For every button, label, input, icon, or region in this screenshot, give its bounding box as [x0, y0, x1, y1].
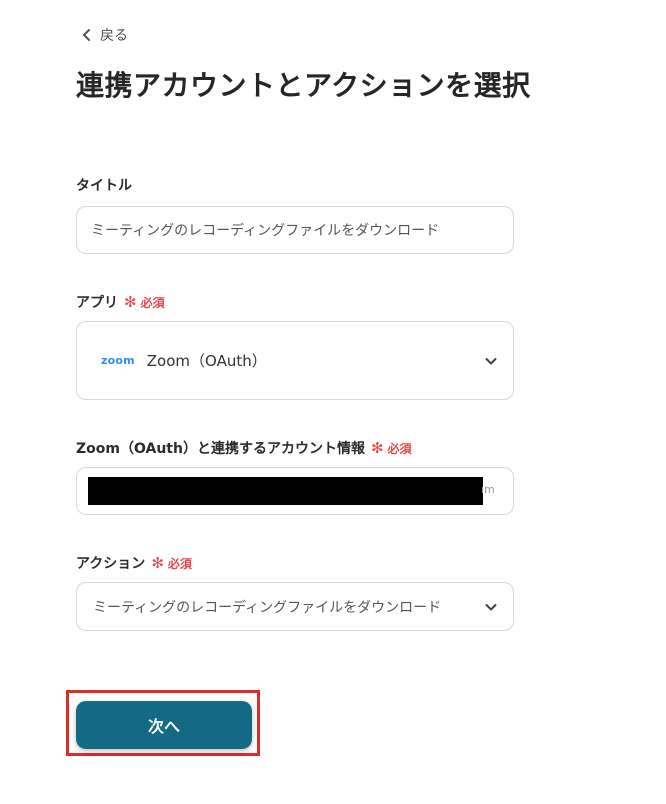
next-button[interactable]: 次へ: [76, 701, 252, 749]
title-input[interactable]: [89, 221, 501, 239]
required-text: 必須: [167, 556, 192, 571]
app-label-text: アプリ: [76, 295, 118, 311]
back-link[interactable]: 戻る: [82, 25, 128, 45]
title-field[interactable]: [76, 206, 514, 254]
required-badge: ✻ 必須: [371, 440, 412, 457]
back-label: 戻る: [100, 28, 128, 44]
app-select[interactable]: zoom Zoom（OAuth）: [76, 321, 514, 400]
action-select-value: ミーティングのレコーディングファイルをダウンロード: [93, 599, 442, 616]
chevron-down-icon: [483, 599, 499, 615]
page-title: 連携アカウントとアクションを選択: [76, 69, 531, 102]
action-select[interactable]: ミーティングのレコーディングファイルをダウンロード: [76, 582, 514, 631]
title-label-text: タイトル: [76, 178, 132, 194]
title-field-label: タイトル: [76, 175, 132, 195]
action-label-text: アクション: [76, 556, 146, 572]
required-text: 必須: [387, 441, 412, 456]
account-value-tail: ım: [481, 483, 495, 496]
chevron-down-icon: [483, 353, 499, 369]
account-field-label: Zoom（OAuth）と連携するアカウント情報 ✻ 必須: [76, 438, 412, 458]
app-select-value: Zoom（OAuth）: [146, 352, 267, 370]
chevron-left-icon: [82, 29, 92, 41]
asterisk-icon: ✻: [124, 292, 137, 311]
account-label-text: Zoom（OAuth）と連携するアカウント情報: [76, 441, 365, 457]
required-text: 必須: [140, 295, 165, 310]
app-field-label: アプリ ✻ 必須: [76, 292, 165, 312]
required-badge: ✻ 必須: [124, 294, 165, 311]
redacted-account-info: [88, 477, 483, 505]
zoom-logo-icon: zoom: [101, 354, 135, 367]
action-field-label: アクション ✻ 必須: [76, 553, 192, 573]
required-badge: ✻ 必須: [151, 555, 192, 572]
asterisk-icon: ✻: [370, 438, 384, 457]
asterisk-icon: ✻: [151, 553, 164, 572]
account-select[interactable]: ım: [76, 467, 514, 515]
